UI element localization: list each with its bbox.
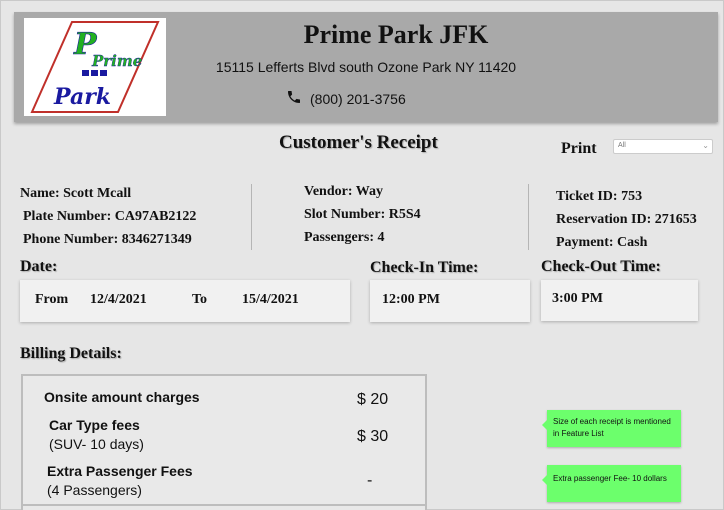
billing-item-title: Onsite amount charges — [44, 389, 200, 405]
phone-contact[interactable]: (800) 201-3756 — [286, 89, 406, 108]
logo-text-line2: Park — [53, 84, 111, 110]
billing-label: Billing Details: — [20, 345, 122, 362]
date-range-box: From 12/4/2021 To 15/4/2021 — [20, 280, 350, 322]
print-select-value: All — [618, 142, 626, 149]
phone-number-field: Phone Number: 8346271349 — [23, 232, 192, 247]
phone-icon — [286, 89, 302, 108]
billing-item-amount: - — [367, 472, 373, 489]
ticket-id: Ticket ID: 753 — [556, 189, 643, 204]
checkout-time: 3:00 PM — [552, 291, 603, 306]
checkin-time: 12:00 PM — [382, 292, 440, 307]
reservation-id: Reservation ID: 271653 — [556, 212, 697, 227]
comment-note[interactable]: Size of each receipt is mentioned in Fea… — [542, 410, 681, 447]
checkin-box: 12:00 PM — [370, 280, 530, 322]
chevron-down-icon: ⌄ — [702, 141, 709, 150]
comment-note[interactable]: Extra passenger Fee- 10 dollars — [542, 465, 681, 502]
site-title: Prime Park JFK — [303, 20, 489, 49]
site-address: 15115 Lefferts Blvd south Ozone Park NY … — [215, 59, 517, 75]
header-banner: P Prime Park Prime Park JFK 15115 Leffer… — [14, 12, 718, 122]
billing-item-sub: (4 Passengers) — [47, 482, 142, 498]
plate-number: Plate Number: CA97AB2122 — [23, 209, 197, 224]
billing-item-title: Extra Passenger Fees — [47, 463, 193, 479]
divider — [251, 184, 252, 250]
customer-name: Name: Scott Mcall — [20, 186, 132, 201]
slot-number: Slot Number: R5S4 — [304, 207, 421, 222]
billing-rows: Onsite amount charges $ 20 Car Type fees… — [23, 376, 425, 506]
phone-number: (800) 201-3756 — [310, 90, 406, 107]
billing-table: Onsite amount charges $ 20 Car Type fees… — [21, 374, 427, 510]
checkout-label: Check-Out Time: — [541, 258, 661, 275]
billing-item-amount: $ 30 — [357, 428, 389, 445]
divider — [528, 184, 529, 250]
passenger-count: Passengers: 4 — [304, 230, 385, 245]
vendor-info: Vendor: Way Slot Number: R5S4 Passengers… — [304, 180, 421, 249]
date-label: Date: — [20, 258, 58, 275]
checkin-label: Check-In Time: — [370, 259, 479, 276]
ticket-info: Ticket ID: 753 Reservation ID: 271653 Pa… — [556, 185, 697, 254]
from-label: From — [35, 292, 69, 307]
billing-item-sub: (SUV- 10 days) — [49, 436, 144, 452]
print-label: Print — [561, 140, 597, 157]
print-select[interactable]: All ⌄ — [613, 139, 713, 154]
vendor-name: Vendor: Way — [304, 184, 383, 199]
customer-info: Name: Scott Mcall Plate Number: CA97AB21… — [20, 182, 196, 251]
to-label: To — [192, 292, 208, 307]
billing-item-title: Car Type fees — [49, 417, 140, 433]
payment-method: Payment: Cash — [556, 235, 648, 250]
from-date: 12/4/2021 — [90, 292, 147, 307]
to-date: 15/4/2021 — [242, 292, 299, 307]
billing-item-amount: $ 20 — [357, 391, 389, 408]
checkout-box: 3:00 PM — [541, 280, 698, 321]
receipt-title: Customer's Receipt — [279, 132, 438, 153]
